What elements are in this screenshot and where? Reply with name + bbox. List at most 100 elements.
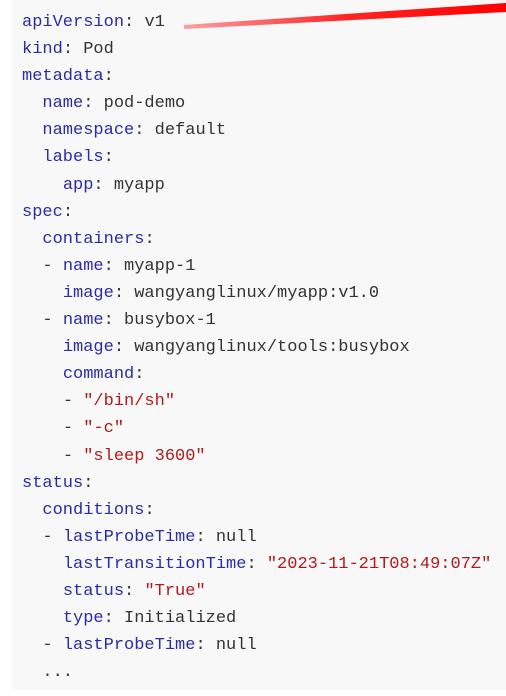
yaml-value: wangyanglinux/myapp:v1.0 [134, 283, 380, 303]
list-dash: - [62, 392, 84, 412]
code-line: - name: myapp-1 [22, 253, 491, 280]
yaml-key: spec [22, 202, 63, 222]
code-line: namespace: default [22, 117, 491, 144]
colon: : [246, 554, 267, 574]
list-dash: - [42, 311, 63, 331]
list-dash: - [62, 419, 84, 439]
red-annotation-arrow [184, 3, 506, 29]
code-line: containers: [22, 226, 491, 253]
colon: : [103, 311, 125, 331]
colon: : [124, 581, 145, 601]
yaml-value: ... [42, 663, 74, 683]
list-dash: - [62, 446, 84, 466]
yaml-key: type [62, 609, 104, 629]
yaml-code-block: apiVersion: v1 kind: Pod metadata: name: p… [12, 0, 506, 690]
code-line: name: pod-demo [22, 90, 491, 117]
yaml-key: lastProbeTime [62, 636, 196, 656]
code-line: command: [22, 361, 491, 388]
yaml-value: "2023-11-21T08:49:07Z" [266, 554, 492, 574]
yaml-key: metadata [22, 67, 104, 87]
yaml-value: pod-demo [103, 94, 186, 114]
code-line: labels: [22, 144, 491, 171]
colon: : [103, 609, 125, 629]
code-line: conditions: [22, 497, 491, 524]
colon: : [113, 283, 135, 303]
yaml-key: name [42, 94, 84, 114]
list-dash: - [42, 636, 63, 656]
list-dash: - [42, 256, 63, 276]
colon: : [83, 94, 104, 114]
yaml-key: image [62, 283, 114, 303]
colon: : [195, 636, 216, 656]
code-line: metadata: [22, 63, 491, 90]
colon: : [113, 338, 135, 358]
yaml-value: "True" [144, 581, 206, 601]
yaml-value: myapp [113, 175, 165, 195]
code-line: spec: [22, 199, 491, 226]
code-line: status: "True" [22, 578, 491, 605]
yaml-value: default [154, 121, 227, 141]
yaml-key: status [62, 581, 125, 601]
yaml-key: name [62, 311, 104, 331]
yaml-key: conditions [42, 500, 145, 520]
colon: : [134, 365, 145, 385]
yaml-key: labels [42, 148, 104, 168]
colon: : [83, 473, 94, 493]
colon: : [103, 67, 114, 87]
code-line: app: myapp [22, 172, 491, 199]
colon: : [144, 500, 155, 520]
annotation-line [184, 3, 506, 29]
yaml-key: status [22, 473, 84, 493]
yaml-key: lastProbeTime [62, 527, 196, 547]
code-line: - name: busybox-1 [22, 307, 491, 334]
colon: : [93, 175, 114, 195]
code-line: - lastProbeTime: null [22, 632, 491, 659]
colon: : [103, 148, 114, 168]
yaml-value: null [215, 636, 257, 656]
colon: : [144, 229, 155, 249]
yaml-value: "/bin/sh" [83, 392, 176, 412]
code-line: - "-c" [22, 415, 491, 442]
yaml-key: image [62, 338, 114, 358]
yaml-value: wangyanglinux/tools:busybox [134, 338, 410, 358]
yaml-key: command [62, 365, 135, 385]
code-line: kind: Pod [22, 36, 491, 63]
yaml-value: busybox-1 [124, 311, 216, 331]
yaml-key: name [62, 256, 104, 276]
code-line: ... [22, 659, 491, 686]
code-line: - lastProbeTime: null [22, 524, 491, 551]
colon: : [195, 527, 216, 547]
code-line: type: Initialized [22, 605, 491, 632]
list-dash: - [42, 527, 63, 547]
colon: : [62, 202, 74, 222]
colon: : [62, 40, 84, 60]
yaml-value: "sleep 3600" [83, 446, 206, 466]
yaml-key: namespace [42, 121, 135, 141]
colon: : [103, 256, 125, 276]
yaml-value: Initialized [124, 609, 237, 629]
yaml-value: null [215, 527, 257, 547]
yaml-value: "-c" [83, 419, 125, 439]
yaml-key: kind [22, 40, 63, 60]
code-line: status: [22, 470, 491, 497]
code-line: lastTransitionTime: "2023-11-21T08:49:07… [22, 551, 491, 578]
code-line: - "/bin/sh" [22, 388, 491, 415]
code-line: - "sleep 3600" [22, 443, 491, 470]
